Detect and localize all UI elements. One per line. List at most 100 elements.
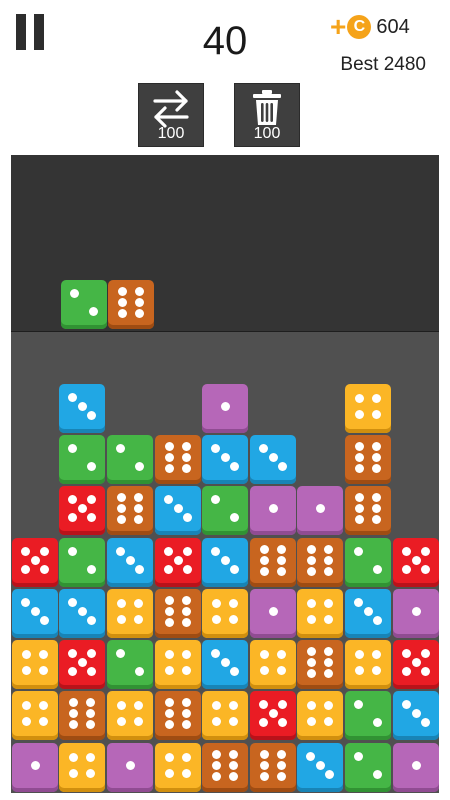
- board-die[interactable]: [250, 538, 296, 587]
- next-piece-die[interactable]: [61, 280, 107, 329]
- board-die[interactable]: [250, 640, 296, 689]
- die-pip: [411, 556, 421, 565]
- board-die[interactable]: [12, 743, 58, 792]
- die-pip: [276, 544, 286, 554]
- die-pip: [306, 752, 316, 761]
- board-die[interactable]: [107, 486, 153, 535]
- die-pip: [118, 309, 128, 319]
- board-die[interactable]: [345, 640, 391, 689]
- board-die[interactable]: [345, 691, 391, 740]
- die-pip: [307, 567, 317, 577]
- coin-balance: + C 604: [330, 13, 410, 41]
- board-die[interactable]: [202, 435, 248, 484]
- board-die[interactable]: [107, 691, 153, 740]
- board-die[interactable]: [297, 589, 343, 638]
- board-die[interactable]: [12, 640, 58, 689]
- die-pip: [307, 646, 317, 656]
- board-die[interactable]: [12, 691, 58, 740]
- board-die[interactable]: [107, 435, 153, 484]
- die-pip: [117, 615, 127, 625]
- board-die[interactable]: [345, 589, 391, 638]
- board-die[interactable]: [250, 589, 296, 638]
- board-die[interactable]: [250, 743, 296, 792]
- board-die[interactable]: [12, 538, 58, 587]
- board-die[interactable]: [155, 589, 201, 638]
- board-die[interactable]: [297, 640, 343, 689]
- die-pip: [38, 649, 48, 659]
- board-die[interactable]: [202, 691, 248, 740]
- board-die[interactable]: [345, 384, 391, 433]
- pause-button[interactable]: [16, 14, 44, 50]
- die-pip: [181, 464, 191, 474]
- board-die[interactable]: [297, 691, 343, 740]
- die-pip: [212, 615, 222, 625]
- board-die[interactable]: [107, 743, 153, 792]
- board-die[interactable]: [345, 743, 391, 792]
- board-die[interactable]: [59, 486, 105, 535]
- die-pip: [268, 504, 278, 513]
- board-die[interactable]: [107, 589, 153, 638]
- die-pip: [68, 393, 78, 402]
- board-die[interactable]: [202, 640, 248, 689]
- die-pip: [181, 595, 191, 605]
- die-pip: [22, 649, 32, 659]
- next-piece-die[interactable]: [108, 280, 154, 329]
- board-die[interactable]: [345, 486, 391, 535]
- die-pip: [228, 598, 238, 608]
- board-die[interactable]: [155, 538, 201, 587]
- board-die[interactable]: [393, 589, 439, 638]
- die-pip: [228, 700, 238, 710]
- board-die[interactable]: [59, 435, 105, 484]
- board-die[interactable]: [107, 640, 153, 689]
- swap-button[interactable]: 100: [138, 83, 204, 147]
- die-pip: [229, 565, 239, 574]
- die-pip: [212, 772, 222, 782]
- board-die[interactable]: [155, 640, 201, 689]
- board-die[interactable]: [393, 743, 439, 792]
- board-die[interactable]: [155, 743, 201, 792]
- die-pip: [220, 402, 230, 411]
- game-board[interactable]: [11, 331, 439, 793]
- board-die[interactable]: [59, 640, 105, 689]
- board-die[interactable]: [59, 538, 105, 587]
- board-die[interactable]: [202, 486, 248, 535]
- board-die[interactable]: [59, 743, 105, 792]
- die-pip: [68, 547, 78, 556]
- board-die[interactable]: [393, 691, 439, 740]
- board-die[interactable]: [59, 589, 105, 638]
- board-die[interactable]: [202, 538, 248, 587]
- die-pip: [372, 565, 382, 574]
- board-die[interactable]: [297, 743, 343, 792]
- die-pip: [276, 556, 286, 565]
- trash-cost: 100: [253, 125, 281, 142]
- die-pip: [402, 547, 412, 556]
- board-die[interactable]: [345, 435, 391, 484]
- die-pip: [181, 618, 191, 628]
- board-die[interactable]: [202, 743, 248, 792]
- board-die[interactable]: [59, 691, 105, 740]
- board-die[interactable]: [250, 691, 296, 740]
- board-die[interactable]: [345, 538, 391, 587]
- drop-zone[interactable]: [11, 155, 439, 331]
- trash-button[interactable]: 100: [234, 83, 300, 147]
- board-die[interactable]: [202, 384, 248, 433]
- die-pip: [307, 615, 317, 625]
- board-die[interactable]: [155, 691, 201, 740]
- board-die[interactable]: [59, 384, 105, 433]
- board-die[interactable]: [297, 486, 343, 535]
- board-die[interactable]: [250, 435, 296, 484]
- board-die[interactable]: [155, 486, 201, 535]
- die-pip: [323, 556, 333, 565]
- board-die[interactable]: [297, 538, 343, 587]
- board-die[interactable]: [107, 538, 153, 587]
- board-die[interactable]: [393, 640, 439, 689]
- die-pip: [323, 658, 333, 667]
- die-pip: [259, 718, 269, 727]
- add-coins-icon[interactable]: +: [330, 13, 346, 41]
- board-die[interactable]: [202, 589, 248, 638]
- board-die[interactable]: [393, 538, 439, 587]
- die-pip: [165, 441, 175, 451]
- board-die[interactable]: [155, 435, 201, 484]
- board-die[interactable]: [250, 486, 296, 535]
- board-die[interactable]: [12, 589, 58, 638]
